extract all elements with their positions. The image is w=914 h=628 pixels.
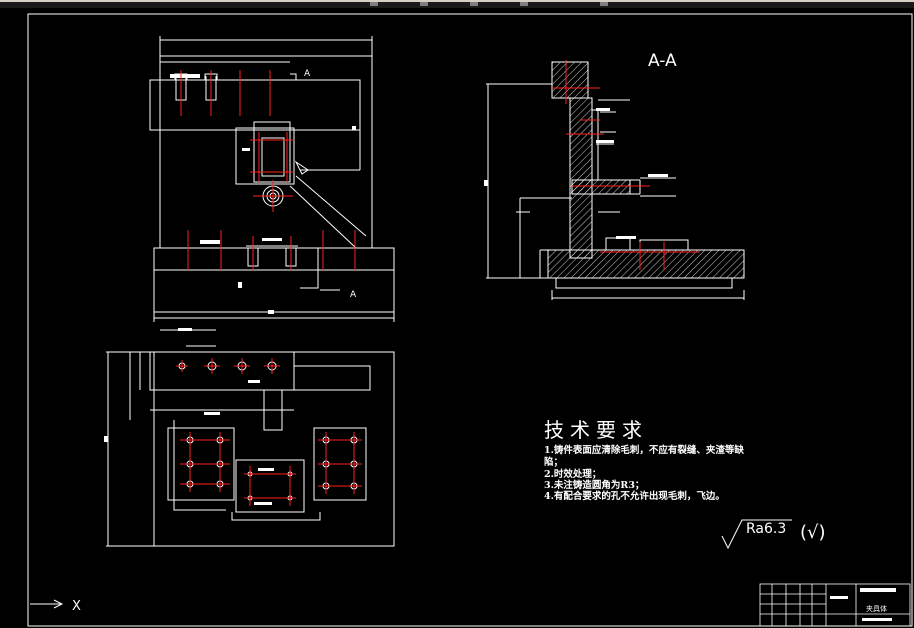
ucs-x-label: X: [72, 599, 81, 614]
cut-label-top: A: [304, 69, 311, 79]
roughness-value: Ra6.3: [746, 521, 787, 537]
tech-requirements-title: 技术要求: [544, 418, 648, 442]
section-view: [484, 61, 745, 300]
title-block: [759, 583, 911, 627]
cut-label-bottom: A: [350, 290, 357, 300]
roughness-other: (√): [800, 522, 826, 543]
title-block-part-name: 夹具体: [866, 604, 887, 613]
top-view-centerlines: [176, 358, 362, 506]
toolbar-strip: [0, 0, 914, 8]
top-view: [104, 328, 395, 547]
tech-requirement-line-5: 4.有配合要求的孔不允许出现毛刺，飞边。: [544, 491, 725, 502]
tech-requirement-line-1: 1.铸件表面应清除毛刺，不应有裂缝、夹渣等缺: [544, 445, 744, 456]
ucs-icon: [30, 599, 64, 609]
section-view-title: A-A: [648, 51, 677, 71]
front-view: [149, 36, 395, 322]
